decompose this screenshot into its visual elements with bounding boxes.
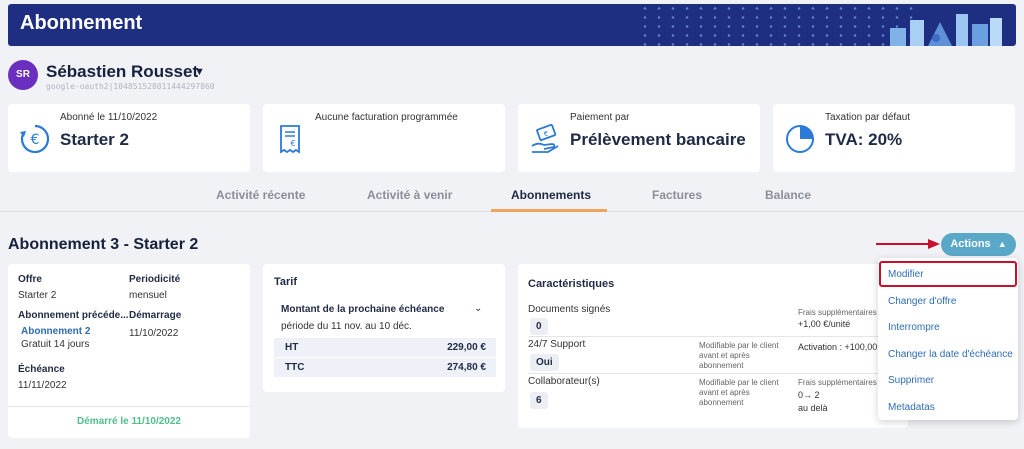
tarif-row-ttc: TTC 274,80 € — [274, 358, 496, 377]
stat-label: Taxation par défaut — [825, 112, 911, 123]
feature-extra-beyond: au delà — [798, 403, 828, 413]
stat-card-payment: € Paiement par Prélèvement bancaire — [518, 104, 760, 172]
stat-label: Paiement par — [570, 112, 630, 123]
invoice-icon: € — [280, 125, 300, 154]
feature-modifiable-line-2: avant et après — [699, 351, 750, 360]
feature-modifiable-line-1: Modifiable par le client — [699, 341, 779, 350]
pie-chart-icon — [786, 125, 814, 153]
started-status: Démarré le 11/10/2022 — [8, 406, 250, 427]
echeance-value: 11/11/2022 — [18, 380, 67, 391]
stat-value: Prélèvement bancaire — [570, 130, 746, 149]
feature-modifiable-line-3: abonnement — [699, 361, 744, 370]
actions-label: Actions — [950, 238, 991, 250]
next-amount-label[interactable]: Montant de la prochaine échéance — [281, 304, 444, 315]
feature-label: 24/7 Support — [528, 339, 586, 350]
divider — [528, 373, 898, 374]
subscription-title: Abonnement 3 - Starter 2 — [8, 236, 199, 253]
feature-extra-fee: Frais supplémentaires — [798, 378, 877, 387]
chevron-up-icon: ▲ — [997, 239, 1007, 249]
customer-name[interactable]: Sébastien Rousset — [46, 62, 198, 82]
tab-activite-recente[interactable]: Activité récente — [216, 188, 305, 202]
menu-item-metadatas[interactable]: Metadatas — [888, 402, 935, 413]
subscription-overview-card: Offre Starter 2 Periodicité mensuel Abon… — [8, 264, 250, 438]
billing-period: période du 11 nov. au 10 déc. — [281, 321, 412, 332]
annotation-arrow-icon — [876, 239, 940, 249]
menu-item-interrompre[interactable]: Interrompre — [888, 322, 940, 333]
menu-item-modifier[interactable]: Modifier — [888, 269, 924, 280]
feature-activation-fee: Activation : +100,00 — [798, 342, 878, 352]
stat-label: Aucune facturation programmée — [315, 112, 458, 123]
city-illustration-icon — [890, 14, 1002, 46]
feature-modifiable-line-2: avant et après — [699, 388, 750, 397]
euro-cycle-icon: € — [20, 124, 50, 154]
actions-menu: Modifier Changer d'offre Interrompre Cha… — [878, 258, 1018, 420]
menu-item-changer-offre[interactable]: Changer d'offre — [888, 296, 956, 307]
feature-extra-fee: Frais supplémentaires — [798, 308, 877, 317]
previous-subscription-plan: Gratuit 14 jours — [21, 339, 90, 350]
tab-balance[interactable]: Balance — [765, 188, 811, 202]
chevron-down-icon[interactable]: ▼ — [194, 66, 205, 78]
offre-value: Starter 2 — [18, 290, 57, 301]
stat-value: Starter 2 — [60, 130, 129, 149]
feature-value: 6 — [530, 392, 548, 409]
stat-card-billing: € Aucune facturation programmée — [263, 104, 505, 172]
svg-text:€: € — [290, 139, 295, 148]
svg-text:€: € — [544, 130, 548, 138]
previous-subscription-label: Abonnement précéde... — [18, 310, 129, 321]
stat-value: TVA: 20% — [825, 130, 903, 149]
features-card: Caractéristiques Documents signés 0 Frai… — [518, 264, 908, 428]
feature-extra-fee-value: +1,00 €/unité — [798, 319, 851, 329]
avatar: SR — [8, 60, 38, 90]
feature-extra-range: 0→ 2 — [798, 390, 820, 400]
menu-item-supprimer[interactable]: Supprimer — [888, 375, 934, 386]
tab-activite-a-venir[interactable]: Activité à venir — [367, 188, 452, 202]
feature-modifiable-line-3: abonnement — [699, 398, 744, 407]
customer-id: google-oauth2|104851528811444297860 — [46, 82, 215, 91]
feature-label: Collaborateur(s) — [528, 376, 600, 387]
feature-label: Documents signés — [528, 304, 611, 315]
tarif-row-label: HT — [285, 342, 299, 353]
demarrage-value: 11/10/2022 — [129, 328, 179, 339]
bank-payment-icon: € — [531, 123, 559, 153]
tarif-title: Tarif — [274, 276, 298, 288]
tarif-card: Tarif Montant de la prochaine échéance ⌄… — [263, 264, 505, 392]
tarif-row-value: 274,80 € — [447, 362, 486, 373]
echeance-label: Échéance — [18, 364, 65, 375]
periodicite-label: Periodicité — [129, 274, 181, 285]
divider — [528, 336, 898, 337]
tarif-row-ht: HT 229,00 € — [274, 338, 496, 357]
stat-card-subscription: € Abonné le 11/10/2022 Starter 2 — [8, 104, 250, 172]
menu-item-changer-date-echeance[interactable]: Changer la date d'échéance — [888, 349, 1013, 360]
feature-value: Oui — [530, 354, 559, 371]
chevron-down-icon[interactable]: ⌄ — [474, 303, 482, 314]
feature-modifiable-line-1: Modifiable par le client — [699, 378, 779, 387]
active-tab-indicator — [491, 209, 607, 212]
tarif-row-value: 229,00 € — [447, 342, 486, 353]
tab-bar: Activité récente Activité à venir Abonne… — [0, 184, 1024, 212]
tarif-row-label: TTC — [285, 362, 305, 373]
offre-label: Offre — [18, 274, 42, 285]
previous-subscription-link[interactable]: Abonnement 2 — [21, 326, 90, 337]
svg-text:€: € — [31, 132, 40, 148]
periodicite-value: mensuel — [129, 290, 167, 301]
feature-value: 0 — [530, 318, 548, 335]
stat-label: Abonné le 11/10/2022 — [60, 112, 158, 123]
tab-abonnements[interactable]: Abonnements — [511, 188, 591, 202]
actions-button[interactable]: Actions ▲ — [941, 233, 1016, 256]
tab-factures[interactable]: Factures — [652, 188, 702, 202]
features-title: Caractéristiques — [528, 278, 615, 290]
stat-card-tax: Taxation par défaut TVA: 20% — [773, 104, 1015, 172]
page-title: Abonnement — [20, 12, 143, 34]
demarrage-label: Démarrage — [129, 310, 182, 321]
page-banner: Abonnement — [8, 4, 1016, 46]
